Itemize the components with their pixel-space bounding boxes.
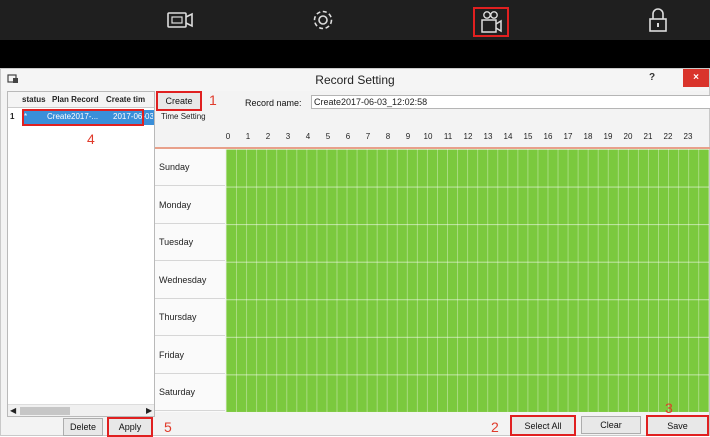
- day-labels: Sunday Monday Tuesday Wednesday Thursday…: [155, 149, 225, 412]
- annotation-3: 3: [665, 400, 673, 416]
- table-header: status Plan Record Create tim: [8, 92, 154, 108]
- row-number: 1: [10, 112, 15, 121]
- column-header-create-time[interactable]: Create tim: [106, 95, 154, 104]
- column-header-plan-record[interactable]: Plan Record: [52, 95, 100, 104]
- hour-label: 0: [225, 132, 231, 141]
- annotation-2: 2: [491, 419, 499, 435]
- scrollbar-thumb[interactable]: [20, 407, 70, 415]
- hour-label: 12: [463, 132, 473, 141]
- hour-label: 1: [245, 132, 251, 141]
- save-button[interactable]: Save: [646, 415, 709, 436]
- hour-label: 13: [483, 132, 493, 141]
- hour-label: 18: [583, 132, 593, 141]
- lock-icon[interactable]: [640, 5, 676, 35]
- day-label-sunday: Sunday: [155, 149, 225, 186]
- hour-label: 19: [603, 132, 613, 141]
- hour-label: 6: [345, 132, 351, 141]
- hour-label: 2: [265, 132, 271, 141]
- delete-button[interactable]: Delete: [63, 418, 103, 436]
- record-name-input[interactable]: Create2017-06-03_12:02:58: [311, 95, 710, 109]
- hour-label: 16: [543, 132, 553, 141]
- hour-label: 23: [683, 132, 693, 141]
- hour-label: 21: [643, 132, 653, 141]
- schedule-grid[interactable]: [226, 149, 709, 412]
- hour-label: 5: [325, 132, 331, 141]
- record-settings-icon[interactable]: [473, 7, 509, 37]
- hour-label: 9: [405, 132, 411, 141]
- video-camera-icon[interactable]: [162, 5, 198, 35]
- hour-label: 15: [523, 132, 533, 141]
- top-nav-bar: [0, 0, 710, 40]
- time-setting-label: Time Setting: [161, 112, 206, 121]
- scroll-left-icon[interactable]: ◀: [10, 406, 16, 415]
- day-label-monday: Monday: [155, 187, 225, 224]
- hour-label: 8: [385, 132, 391, 141]
- annotation-4: 4: [87, 131, 95, 147]
- scroll-right-icon[interactable]: ▶: [146, 406, 152, 415]
- hour-header: 0 1 2 3 4 5 6 7 8 9 10 11 12 13 14 15 16…: [155, 129, 710, 145]
- hour-label: 11: [443, 132, 453, 141]
- gear-icon[interactable]: [305, 5, 341, 35]
- apply-button[interactable]: Apply: [107, 417, 153, 437]
- close-button[interactable]: ×: [683, 69, 709, 87]
- table-row[interactable]: 1 * Create2017-... 2017-06-03: [8, 109, 154, 126]
- dialog-titlebar[interactable]: Record Setting ? ×: [1, 69, 709, 91]
- select-all-button[interactable]: Select All: [510, 415, 576, 436]
- clear-button[interactable]: Clear: [581, 416, 641, 434]
- day-label-wednesday: Wednesday: [155, 262, 225, 299]
- annotation-1: 1: [209, 92, 217, 108]
- day-label-tuesday: Tuesday: [155, 224, 225, 261]
- plan-record-table: status Plan Record Create tim 1 * Create…: [7, 91, 155, 417]
- hour-label: 10: [423, 132, 433, 141]
- hour-label: 4: [305, 132, 311, 141]
- record-setting-dialog: Record Setting ? × status Plan Record Cr…: [0, 68, 710, 437]
- row-highlight-box: [22, 109, 144, 126]
- annotation-5: 5: [164, 419, 172, 435]
- day-label-saturday: Saturday: [155, 374, 225, 411]
- hour-label: 7: [365, 132, 371, 141]
- dialog-title: Record Setting: [315, 73, 395, 87]
- record-name-label: Record name:: [245, 98, 302, 108]
- hour-label: 3: [285, 132, 291, 141]
- column-header-status[interactable]: status: [22, 95, 50, 104]
- hour-label: 20: [623, 132, 633, 141]
- create-button[interactable]: Create: [156, 91, 202, 111]
- hour-label: 17: [563, 132, 573, 141]
- day-label-thursday: Thursday: [155, 299, 225, 336]
- hour-label: 14: [503, 132, 513, 141]
- toolbar-spacer: [0, 40, 710, 68]
- help-button[interactable]: ?: [649, 72, 655, 83]
- horizontal-scrollbar[interactable]: ◀ ▶: [8, 404, 154, 416]
- hour-label: 22: [663, 132, 673, 141]
- day-label-friday: Friday: [155, 337, 225, 374]
